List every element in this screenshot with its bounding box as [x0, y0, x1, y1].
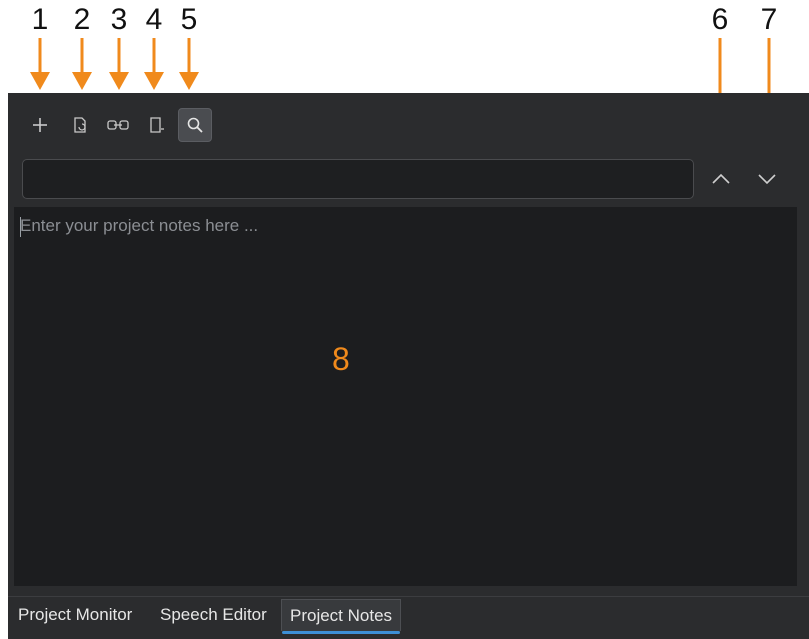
refresh-document-button[interactable] — [63, 108, 97, 142]
add-bookmark-button[interactable] — [139, 108, 173, 142]
tab-project-notes[interactable]: Project Notes — [281, 599, 402, 634]
callout-5: 5 — [171, 4, 207, 90]
add-note-button[interactable] — [23, 108, 57, 142]
tab-speech-editor[interactable]: Speech Editor — [152, 599, 275, 631]
callout-number: 5 — [180, 3, 198, 36]
link-icon — [107, 120, 129, 130]
arrow-down-icon — [179, 38, 199, 90]
callout-1: 1 — [22, 4, 58, 90]
plus-icon — [33, 118, 47, 132]
callout-number: 7 — [760, 3, 778, 36]
notes-editor[interactable]: Enter your project notes here ... 8 — [14, 207, 797, 586]
callout-number: 1 — [31, 3, 49, 36]
arrow-down-icon — [109, 38, 129, 90]
notes-toolbar — [8, 93, 809, 155]
search-input[interactable] — [22, 159, 694, 199]
callout-number: 2 — [73, 3, 91, 36]
callout-number: 6 — [711, 3, 729, 36]
search-previous-button[interactable] — [705, 163, 737, 195]
project-notes-panel: Enter your project notes here ... 8 Proj… — [8, 93, 809, 639]
text-caret — [20, 217, 21, 237]
callout-number: 4 — [145, 3, 163, 36]
arrow-down-icon — [144, 38, 164, 90]
search-icon — [187, 117, 203, 133]
callout-number: 3 — [110, 3, 128, 36]
search-row — [22, 159, 809, 199]
search-button[interactable] — [178, 108, 212, 142]
callout-3: 3 — [101, 4, 137, 90]
bookmark-add-icon — [150, 117, 164, 133]
chevron-down-icon — [758, 174, 776, 185]
arrow-down-icon — [72, 38, 92, 90]
callout-2: 2 — [64, 4, 100, 90]
document-refresh-icon — [74, 117, 86, 133]
search-next-button[interactable] — [751, 163, 783, 195]
callout-4: 4 — [136, 4, 172, 90]
arrow-down-icon — [30, 38, 50, 90]
dock-tab-bar: Project Monitor Speech Editor Project No… — [8, 596, 809, 639]
tab-project-monitor[interactable]: Project Monitor — [10, 599, 140, 631]
notes-placeholder: Enter your project notes here ... — [20, 216, 259, 235]
callout-8: 8 — [332, 341, 350, 377]
link-button[interactable] — [101, 108, 135, 142]
chevron-up-icon — [712, 173, 730, 184]
